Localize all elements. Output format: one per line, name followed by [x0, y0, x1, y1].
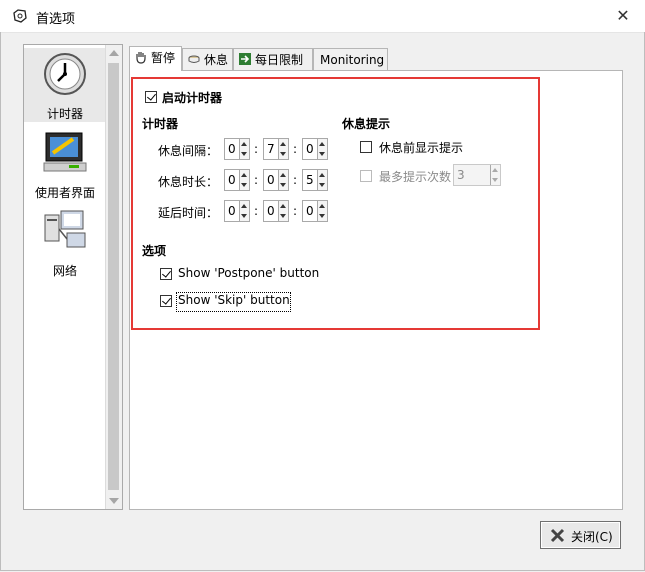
tab-pause[interactable]: 暂停 [129, 46, 182, 71]
category-sidebar: 计时器 使用者界面 网络 [23, 44, 123, 510]
exit-icon [239, 53, 251, 65]
sidebar-item-timer[interactable]: 计时器 [24, 48, 106, 122]
cup-icon [188, 55, 200, 63]
app-icon [13, 9, 27, 23]
sidebar-item-label: 计时器 [46, 107, 83, 121]
tab-label: 暂停 [151, 51, 176, 65]
tab-label: Monitoring [320, 53, 385, 67]
close-button-label: 关闭(C) [571, 530, 613, 544]
monitor-icon [43, 132, 87, 172]
close-icon [550, 528, 565, 543]
window-close-button[interactable]: ✕ [611, 4, 635, 28]
window-title: 首选项 [36, 12, 76, 27]
clock-icon [44, 53, 86, 95]
tab-rest[interactable]: 休息 [182, 48, 233, 70]
sidebar-item-label: 使用者界面 [34, 186, 95, 200]
highlight-box [131, 77, 540, 330]
tab-daily-limit[interactable]: 每日限制 [233, 48, 313, 70]
sidebar-item-user-interface[interactable]: 使用者界面 [24, 127, 106, 200]
tab-label: 休息 [204, 53, 229, 67]
network-icon [44, 210, 86, 248]
scroll-up-arrow[interactable] [109, 50, 119, 56]
scroll-down-arrow[interactable] [109, 498, 119, 504]
title-bar: 首选项 ✕ [0, 0, 645, 33]
hand-icon [136, 52, 146, 64]
close-button[interactable]: 关闭(C) [540, 521, 621, 549]
sidebar-scrollbar[interactable] [105, 45, 122, 509]
tab-monitoring[interactable]: Monitoring [313, 48, 388, 70]
sidebar-item-network[interactable]: 网络 [24, 205, 106, 278]
sidebar-item-label: 网络 [52, 264, 77, 278]
scroll-thumb[interactable] [108, 63, 119, 490]
tab-label: 每日限制 [255, 53, 304, 67]
